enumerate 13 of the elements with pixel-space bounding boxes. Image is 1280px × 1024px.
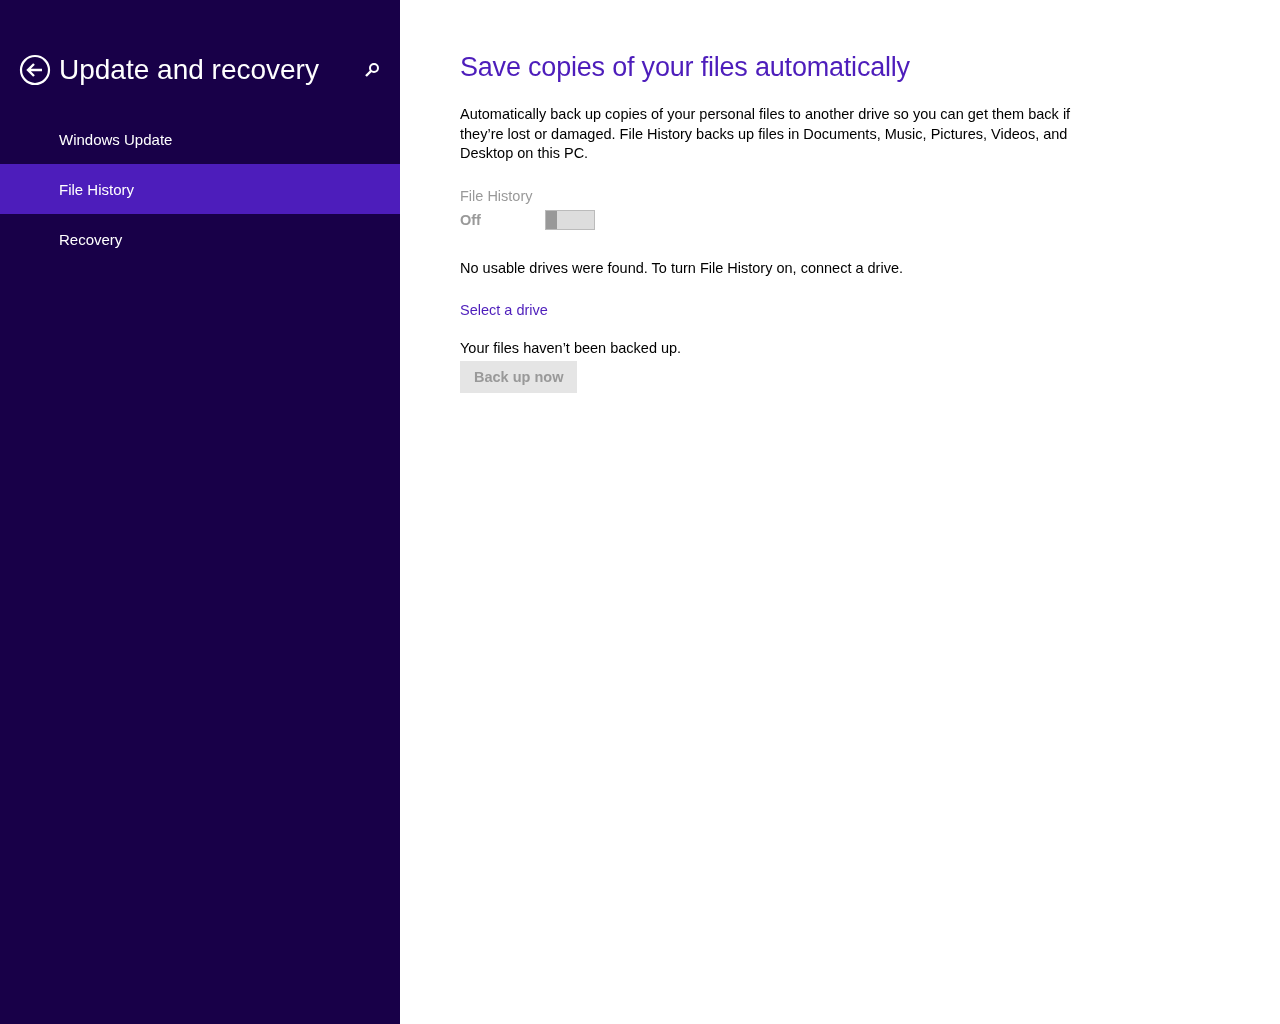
nav-item[interactable]: File History bbox=[0, 164, 400, 214]
status-text: Your files haven’t been backed up. bbox=[460, 339, 683, 356]
nav-item[interactable]: Recovery bbox=[0, 214, 400, 264]
page-title: Update and recovery bbox=[59, 54, 320, 86]
back-icon[interactable] bbox=[19, 54, 51, 86]
toggle-state-text: Off bbox=[460, 211, 482, 228]
nav-item[interactable]: Windows Update bbox=[0, 114, 400, 164]
toggle-label: File History bbox=[460, 187, 534, 204]
info-text: No usable drives were found. To turn File History on, connect a drive. bbox=[460, 259, 904, 276]
select-drive-link[interactable]: Select a drive bbox=[460, 301, 548, 318]
search-icon[interactable] bbox=[364, 62, 380, 78]
section-heading: Save copies of your files automatically bbox=[460, 52, 911, 83]
description-text: Automatically back up copies of your personal files to another drive so you can get them back if they’re lost or damaged. File History backs up files in Documents, Music, Pictures, Videos, and Desktop on this PC. bbox=[460, 105, 1072, 163]
